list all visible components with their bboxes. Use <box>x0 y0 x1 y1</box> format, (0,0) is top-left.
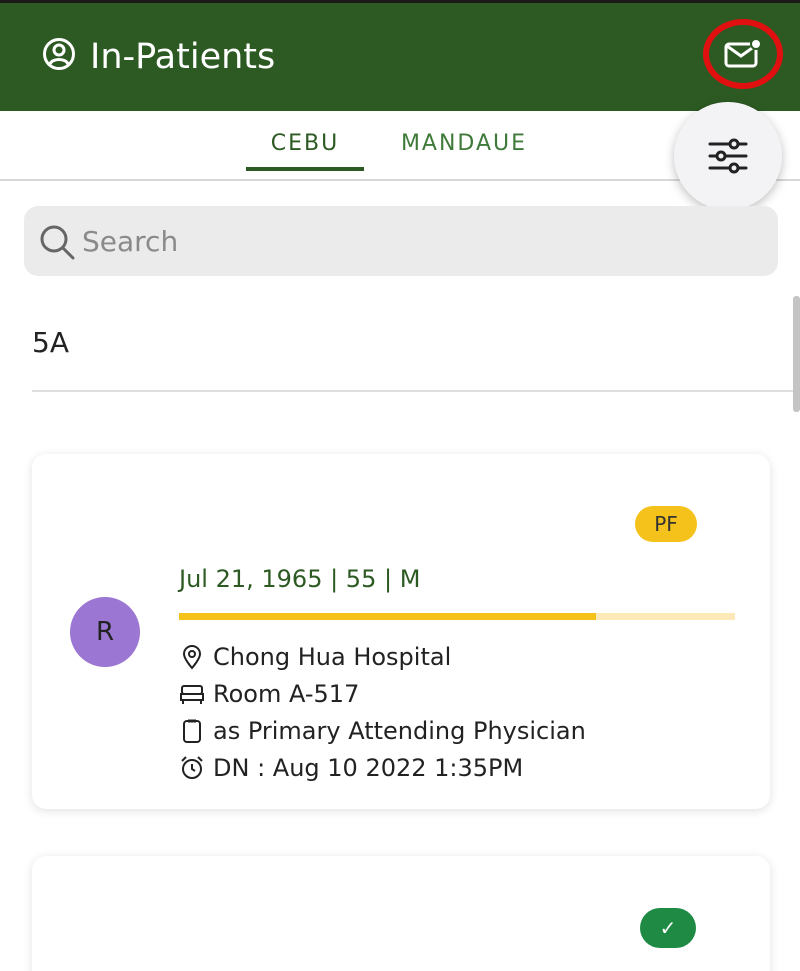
mail-button[interactable] <box>703 19 783 89</box>
avatar: R <box>70 597 140 667</box>
search-icon <box>40 225 75 260</box>
ward-divider <box>32 390 800 392</box>
hospital-name: Chong Hua Hospital <box>213 643 452 671</box>
room-row: Room A-517 <box>179 677 359 711</box>
search-bar[interactable] <box>24 206 778 276</box>
hospital-row: Chong Hua Hospital <box>179 640 451 674</box>
clipboard-icon <box>183 719 201 743</box>
filter-button[interactable] <box>674 102 782 210</box>
alarm-clock-icon <box>181 756 203 779</box>
app-header: In-Patients <box>0 0 800 111</box>
mail-unread-icon <box>724 38 762 68</box>
physician-role: as Primary Attending Physician <box>213 717 586 745</box>
status-badge: ✓ <box>640 908 696 948</box>
patient-card[interactable]: ✓ <box>32 856 770 971</box>
patient-dob-age-sex: Jul 21, 1965 | 55 | M <box>179 565 421 593</box>
ward-label: 5A <box>32 326 69 359</box>
progress-bar <box>179 613 735 620</box>
role-row: as Primary Attending Physician <box>179 714 586 748</box>
search-input[interactable] <box>82 216 762 266</box>
discharge-row: DN : Aug 10 2022 1:35PM <box>179 751 523 785</box>
user-circle-icon <box>43 38 75 70</box>
page-title: In-Patients <box>90 37 276 77</box>
pf-badge: PF <box>635 506 697 542</box>
location-pin-icon <box>182 645 202 670</box>
tab-cebu[interactable]: CEBU <box>246 131 364 171</box>
scrollbar[interactable] <box>793 296 800 412</box>
discharge-notice: DN : Aug 10 2022 1:35PM <box>213 754 524 782</box>
bed-icon <box>180 685 204 704</box>
patient-card[interactable]: PF R Jul 21, 1965 | 55 | M Chong Hua Hos… <box>32 454 770 809</box>
room-number: Room A-517 <box>213 680 360 708</box>
tab-mandaue[interactable]: MANDAUE <box>390 131 538 171</box>
progress-fill <box>179 613 596 620</box>
sliders-icon <box>708 138 748 174</box>
